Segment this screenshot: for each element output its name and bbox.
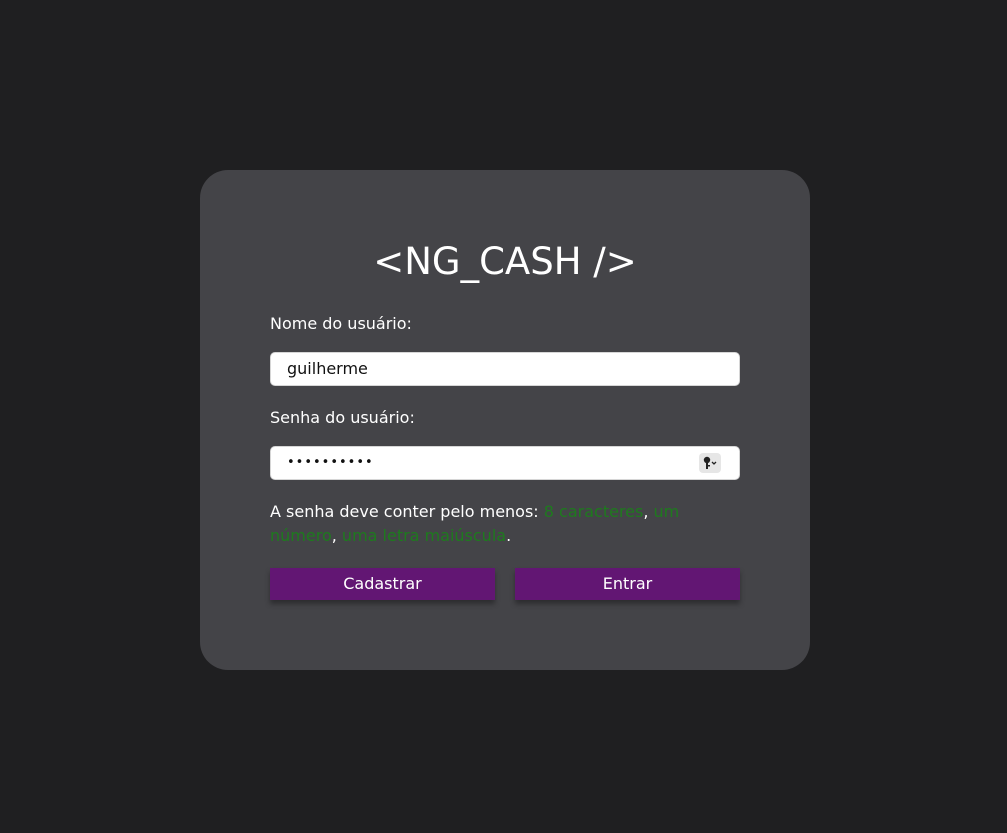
password-input[interactable]: ••••••••••: [270, 446, 740, 480]
password-manager-button[interactable]: [699, 453, 721, 473]
requirements-intro: A senha deve conter pelo menos:: [270, 502, 544, 521]
requirement-separator: ,: [643, 502, 654, 521]
key-icon: [703, 456, 717, 469]
password-requirements: A senha deve conter pelo menos: 8 caract…: [270, 500, 740, 548]
requirements-end: .: [506, 526, 512, 545]
app-logo: <NG_CASH />: [373, 240, 637, 283]
enter-button[interactable]: Entrar: [515, 568, 740, 600]
username-input[interactable]: guilherme: [270, 352, 740, 386]
requirement-separator: ,: [331, 526, 337, 545]
register-button[interactable]: Cadastrar: [270, 568, 495, 600]
requirement-length: 8 caracteres: [543, 502, 644, 521]
login-card: <NG_CASH /> Nome do usuário: guilherme S…: [200, 170, 810, 670]
password-value: ••••••••••: [287, 455, 374, 470]
requirement-uppercase: uma letra maiúscula: [341, 526, 507, 545]
username-value: guilherme: [287, 359, 368, 378]
password-label: Senha do usuário:: [270, 408, 415, 427]
username-label: Nome do usuário:: [270, 314, 412, 333]
